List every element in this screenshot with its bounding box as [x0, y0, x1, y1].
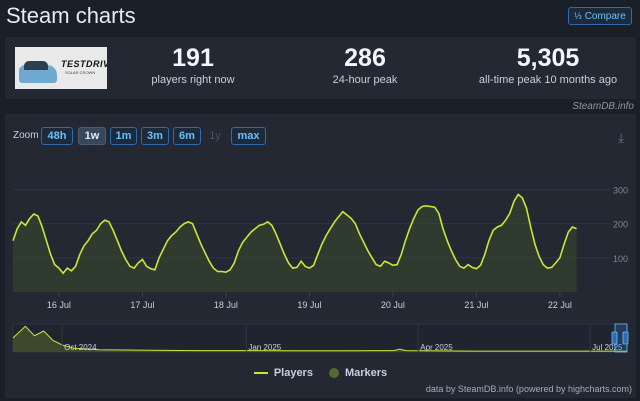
- compare-label: Compare: [584, 10, 626, 22]
- legend-item-markers[interactable]: Markers: [328, 367, 388, 379]
- x-tick-label: 19 Jul: [297, 300, 321, 310]
- players-legend-icon: [253, 372, 268, 374]
- x-tick-label: 16 Jul: [47, 300, 71, 310]
- stat-24h-peak: 286 24-hour peak: [310, 44, 420, 86]
- navigator-background: [12, 323, 628, 353]
- game-logo-text: TESTDRIVE: [61, 59, 107, 69]
- page-title: Steam charts: [6, 3, 136, 28]
- stat-value: 286: [344, 44, 386, 72]
- legend-label-players: Players: [273, 367, 313, 379]
- stat-players-now: 191 players right now: [143, 44, 243, 86]
- stats-bar: TESTDRIVE SOLAR CROWN 191 players right …: [5, 37, 636, 99]
- x-tick-label: 18 Jul: [214, 300, 238, 310]
- game-logo-subtext: SOLAR CROWN: [65, 70, 96, 75]
- navigator-label: Apr 2025: [420, 343, 453, 352]
- chart-panel: Zoom 48h 1w 1m 3m 6m 1y max ⤓ 100 200 300 …: [5, 114, 636, 398]
- game-thumbnail[interactable]: TESTDRIVE SOLAR CROWN: [15, 47, 107, 89]
- y-tick-label: 100: [613, 254, 628, 264]
- navigator-label: Jan 2025: [248, 343, 281, 352]
- stat-value: 191: [172, 44, 214, 72]
- chart-legend: Players Markers: [5, 367, 636, 379]
- y-tick-label: 300: [613, 185, 628, 195]
- compare-button[interactable]: ⅓ Compare: [568, 7, 632, 25]
- markers-legend-icon: [328, 368, 339, 378]
- stat-label: players right now: [151, 74, 235, 86]
- navigator-label: Oct 2024: [64, 343, 97, 352]
- x-tick-label: 22 Jul: [548, 300, 572, 310]
- x-tick-label: 20 Jul: [381, 300, 405, 310]
- legend-label-markers: Markers: [344, 367, 388, 379]
- stat-all-time-peak: 5,305 all-time peak 10 months ago: [468, 44, 628, 86]
- steamdb-credit[interactable]: SteamDB.info: [572, 101, 634, 112]
- navigator-handle-right[interactable]: [622, 331, 629, 345]
- legend-item-players[interactable]: Players: [253, 367, 313, 379]
- x-tick-label: 21 Jul: [464, 300, 488, 310]
- y-tick-label: 200: [613, 220, 628, 230]
- compare-icon: ⅓: [574, 11, 582, 21]
- player-chart[interactable]: 100 200 300 16 Jul 17 Jul 18 Jul 19 Jul 20 Jul…: [5, 114, 636, 398]
- navigator-handle-left[interactable]: [611, 331, 618, 345]
- stat-label: all-time peak 10 months ago: [478, 74, 618, 86]
- stat-label: 24-hour peak: [332, 74, 398, 86]
- car-roof-image: [24, 61, 48, 70]
- data-credit[interactable]: data by SteamDB.info (powered by highcha…: [426, 384, 632, 394]
- x-tick-label: 17 Jul: [130, 300, 154, 310]
- stat-value: 5,305: [516, 44, 580, 72]
- players-area: [13, 194, 577, 292]
